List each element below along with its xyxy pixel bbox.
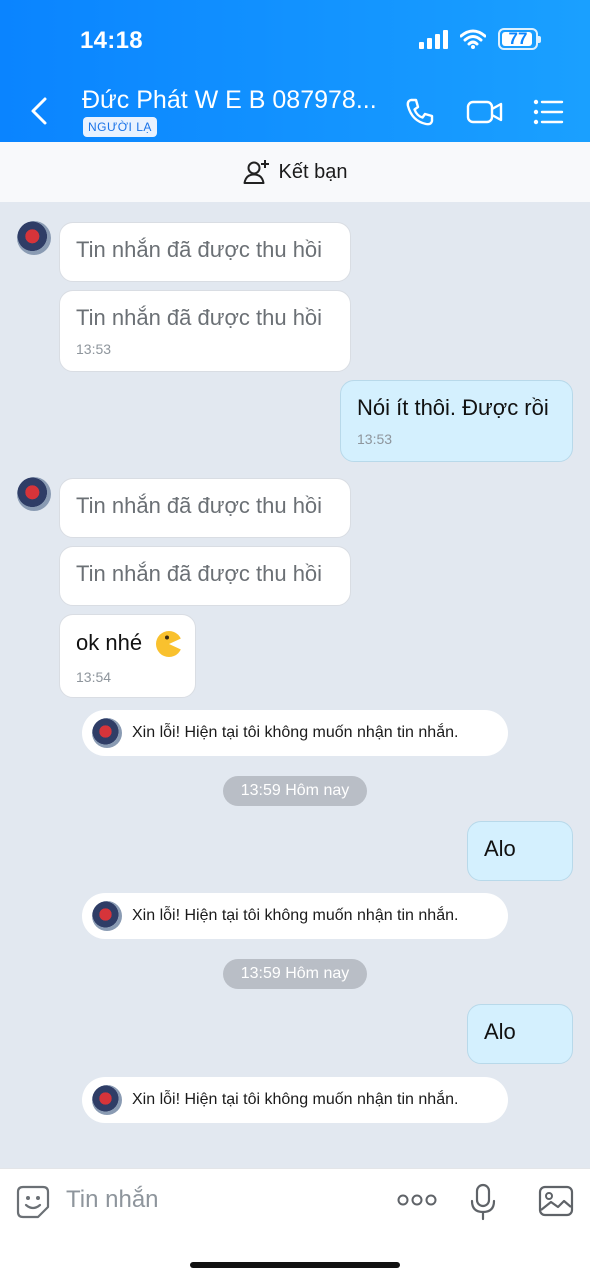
outgoing-message-bubble[interactable]: Alo [467,1004,573,1064]
message-text: Alo [484,836,516,861]
wifi-icon [460,29,486,49]
time-divider: 13:59 Hôm nay [223,776,367,806]
contact-avatar-small [92,1085,122,1115]
outgoing-message-bubble[interactable]: Alo [467,821,573,881]
contact-avatar-small [92,901,122,931]
auto-reply-notice: Xin lỗi! Hiện tại tôi không muốn nhận ti… [82,893,508,939]
message-bubble[interactable]: Tin nhắn đã được thu hồi [59,222,351,282]
stranger-badge: NGƯỜI LẠ [83,117,157,137]
contact-name[interactable]: Đức Phát W E B 087978... [82,86,377,115]
contact-avatar-small [92,718,122,748]
add-friend-bar[interactable]: Kết bạn [0,142,590,202]
contact-avatar[interactable] [17,477,51,511]
message-time: 13:54 [76,669,112,685]
message-text: Tin nhắn đã được thu hồi [76,305,323,330]
chat-header: 14:18 77 Đức Phát W E B 087978... NGƯỜI … [0,0,590,142]
message-time: 13:53 [357,431,393,447]
outgoing-message-bubble[interactable]: Nói ít thôi. Được rồi 13:53 [340,380,573,462]
message-bubble[interactable]: Tin nhắn đã được thu hồi [59,546,351,606]
back-icon[interactable] [28,96,50,126]
message-input[interactable]: Tin nhắn [66,1186,159,1214]
auto-reply-text: Xin lỗi! Hiện tại tôi không muốn nhận ti… [132,724,459,741]
more-icon[interactable] [397,1193,437,1207]
message-time: 13:53 [76,341,112,357]
battery-icon: 77 [498,28,541,50]
battery-level: 77 [508,29,528,48]
phone-icon[interactable] [404,96,436,128]
signal-icon [419,29,448,49]
time-divider-label: 13:59 Hôm nay [240,965,350,982]
message-text: Tin nhắn đã được thu hồi [76,493,323,518]
message-text: Tin nhắn đã được thu hồi [76,237,323,262]
add-friend-icon [243,160,269,184]
sticker-icon[interactable] [16,1185,50,1219]
add-friend-label: Kết bạn [278,160,348,183]
video-call-icon[interactable] [466,96,504,128]
time-divider: 13:59 Hôm nay [223,959,367,989]
status-icons: 77 [419,28,541,50]
message-text: Alo [484,1019,516,1044]
auto-reply-text: Xin lỗi! Hiện tại tôi không muốn nhận ti… [132,1091,459,1108]
status-time: 14:18 [80,27,143,54]
emoji-icon [156,631,183,657]
microphone-icon[interactable] [470,1183,496,1221]
auto-reply-notice: Xin lỗi! Hiện tại tôi không muốn nhận ti… [82,710,508,756]
auto-reply-text: Xin lỗi! Hiện tại tôi không muốn nhận ti… [132,907,459,924]
message-text: Nói ít thôi. Được rồi [357,395,549,420]
message-text: ok nhé [76,629,143,655]
time-divider-label: 13:59 Hôm nay [240,782,350,799]
image-icon[interactable] [538,1185,574,1217]
contact-avatar[interactable] [17,221,51,255]
message-text: Tin nhắn đã được thu hồi [76,561,323,586]
message-bubble[interactable]: ok nhé 13:54 [59,614,196,698]
home-indicator[interactable] [190,1262,400,1268]
message-bubble[interactable]: Tin nhắn đã được thu hồi [59,478,351,538]
menu-list-icon[interactable] [532,98,564,126]
message-bubble[interactable]: Tin nhắn đã được thu hồi 13:53 [59,290,351,372]
auto-reply-notice: Xin lỗi! Hiện tại tôi không muốn nhận ti… [82,1077,508,1123]
